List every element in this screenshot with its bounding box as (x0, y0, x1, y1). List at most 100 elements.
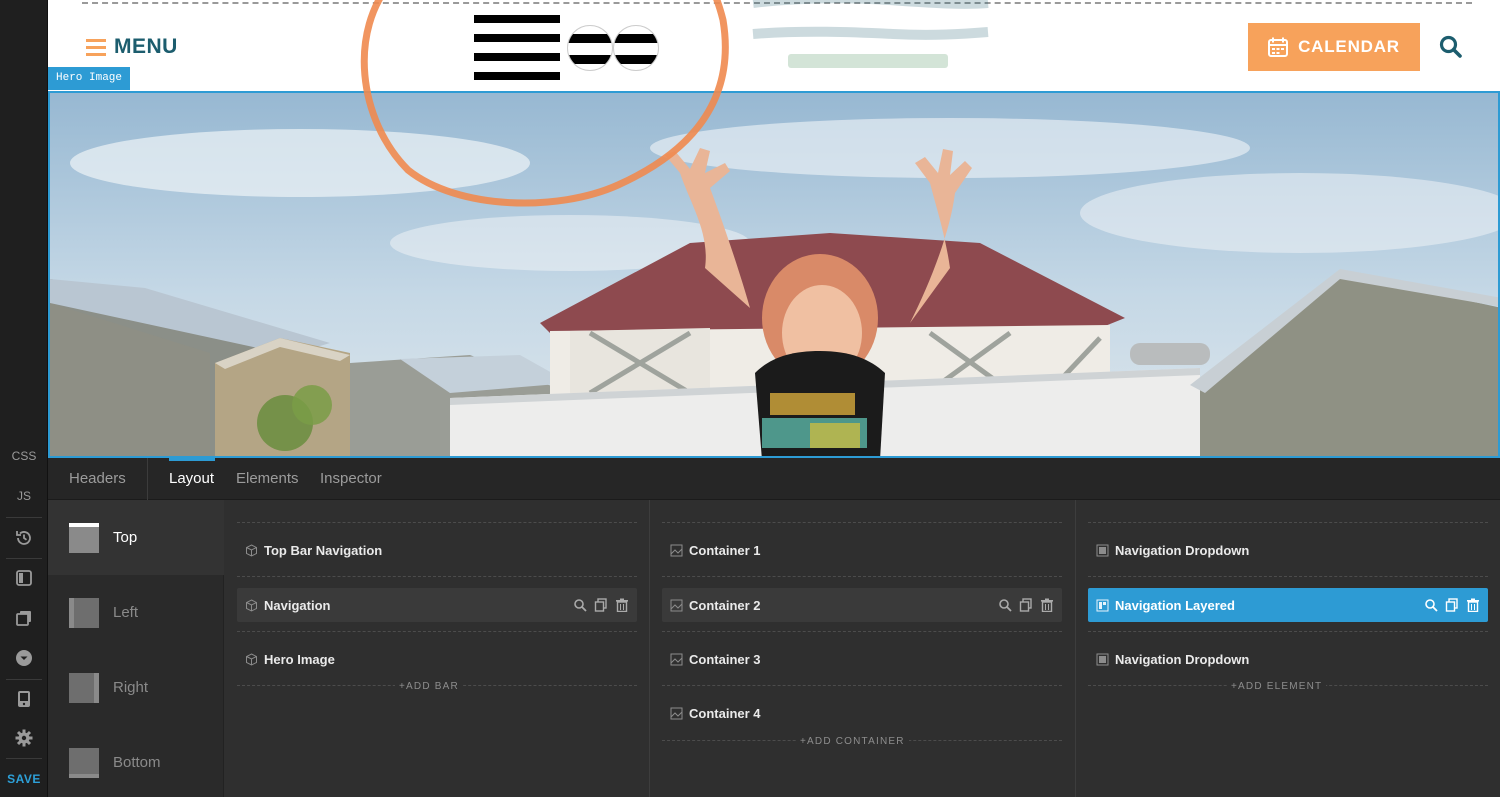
elements-column: Navigation Dropdown Navigation Layered N… (1076, 500, 1500, 797)
hamburger-icon (86, 38, 106, 56)
settings-gear-icon[interactable] (0, 718, 48, 758)
trash-icon[interactable] (615, 598, 629, 613)
search-icon[interactable] (573, 598, 587, 612)
region-left-icon (69, 597, 99, 628)
js-button[interactable]: JS (0, 476, 48, 516)
element-label: Navigation Layered (1115, 597, 1235, 613)
tab-elements[interactable]: Elements (236, 458, 299, 500)
site-header: MENU CALENDAR (48, 0, 1500, 92)
calendar-icon (1268, 37, 1289, 57)
container-icon (670, 653, 683, 665)
element-row[interactable]: Navigation Dropdown (1088, 533, 1488, 567)
container-row[interactable]: Container 3 (662, 642, 1062, 676)
region-right[interactable]: Right (48, 650, 224, 725)
region-label: Right (113, 679, 149, 696)
calendar-label: CALENDAR (1298, 37, 1400, 56)
dashed-divider (662, 685, 1062, 686)
duplicate-icon[interactable] (1019, 598, 1033, 612)
element-icon (1096, 544, 1109, 556)
element-icon (1096, 599, 1109, 611)
device-preview-icon[interactable] (0, 679, 48, 719)
region-label: Top (113, 529, 138, 546)
copy-icon[interactable] (0, 598, 48, 638)
placeholder-logo-circle (613, 25, 659, 71)
tab-inspector[interactable]: Inspector (320, 458, 382, 500)
layout-editor: Headers Layout Elements Inspector Top Le… (48, 458, 1500, 797)
dashed-divider (1088, 522, 1488, 523)
row-actions (573, 598, 629, 613)
row-actions (998, 598, 1054, 613)
bars-column: Top Bar Navigation Navigation Hero Image… (225, 500, 649, 797)
region-bottom[interactable]: Bottom (48, 725, 224, 797)
bar-row[interactable]: Top Bar Navigation (237, 533, 637, 567)
container-icon (670, 599, 683, 611)
dashed-divider (662, 522, 1062, 523)
container-row[interactable]: Container 1 (662, 533, 1062, 567)
duplicate-icon[interactable] (1445, 598, 1459, 612)
region-left[interactable]: Left (48, 575, 224, 650)
css-button[interactable]: CSS (0, 436, 48, 476)
row-actions (1424, 598, 1480, 613)
dashed-divider (662, 631, 1062, 632)
region-right-icon (69, 672, 99, 703)
dashed-divider (237, 522, 637, 523)
element-label: Navigation Dropdown (1115, 542, 1250, 558)
tab-headers[interactable]: Headers (69, 458, 126, 500)
search-icon[interactable] (1438, 34, 1464, 60)
cube-icon (246, 652, 257, 666)
menu-label: MENU (114, 35, 178, 58)
tab-divider (147, 458, 148, 500)
layout-panel-icon[interactable] (0, 558, 48, 598)
containers-column: Container 1 Container 2 Container 3 Cont… (650, 500, 1074, 797)
site-preview: MENU CALENDAR Hero Image (48, 0, 1500, 458)
hero-image[interactable] (48, 91, 1500, 458)
container-label: Container 2 (689, 597, 761, 613)
tab-layout[interactable]: Layout (169, 458, 214, 500)
bar-row[interactable]: Hero Image (237, 642, 637, 676)
dashed-divider (237, 631, 637, 632)
container-label: Container 1 (689, 542, 761, 558)
trash-icon[interactable] (1040, 598, 1054, 613)
duplicate-icon[interactable] (594, 598, 608, 612)
history-icon[interactable] (0, 518, 48, 558)
add-bar-button[interactable]: +ADD BAR (395, 681, 463, 692)
calendar-button[interactable]: CALENDAR (1248, 23, 1420, 71)
tool-rail: CSS JS SAVE (0, 0, 48, 797)
container-icon (670, 544, 683, 556)
region-label: Left (113, 604, 139, 621)
add-container-button[interactable]: +ADD CONTAINER (796, 736, 909, 747)
element-icon (1096, 653, 1109, 665)
bar-row[interactable]: Navigation (237, 588, 637, 622)
region-top[interactable]: Top (48, 500, 224, 575)
container-row[interactable]: Container 4 (662, 696, 1062, 730)
element-row-selected[interactable]: Navigation Layered (1088, 588, 1488, 622)
dashed-divider (1088, 631, 1488, 632)
menu-button[interactable]: MENU (86, 35, 178, 59)
element-row[interactable]: Navigation Dropdown (1088, 642, 1488, 676)
hero-photo (50, 93, 1498, 456)
bar-label: Hero Image (264, 651, 335, 667)
container-label: Container 4 (689, 705, 761, 721)
region-top-icon (69, 522, 99, 553)
container-icon (670, 707, 683, 719)
editor-tabbar: Headers Layout Elements Inspector (48, 458, 1500, 500)
region-list: Top Left Right Bottom (48, 500, 224, 797)
bar-label: Top Bar Navigation (264, 542, 383, 558)
cube-icon (246, 543, 257, 557)
add-element-button[interactable]: +ADD ELEMENT (1227, 681, 1327, 692)
search-icon[interactable] (998, 598, 1012, 612)
search-icon[interactable] (1424, 598, 1438, 612)
dashed-divider (237, 576, 637, 577)
dashed-divider (662, 576, 1062, 577)
faded-site-logo (752, 0, 989, 68)
element-label: Navigation Dropdown (1115, 651, 1250, 667)
save-button[interactable]: SAVE (0, 759, 48, 797)
dropdown-circle-icon[interactable] (0, 638, 48, 678)
container-row[interactable]: Container 2 (662, 588, 1062, 622)
cube-icon (246, 598, 257, 612)
placeholder-logo-circle (567, 25, 613, 71)
hero-image-tag: Hero Image (48, 67, 131, 90)
trash-icon[interactable] (1466, 598, 1480, 613)
dashed-divider (1088, 576, 1488, 577)
region-label: Bottom (113, 754, 161, 771)
